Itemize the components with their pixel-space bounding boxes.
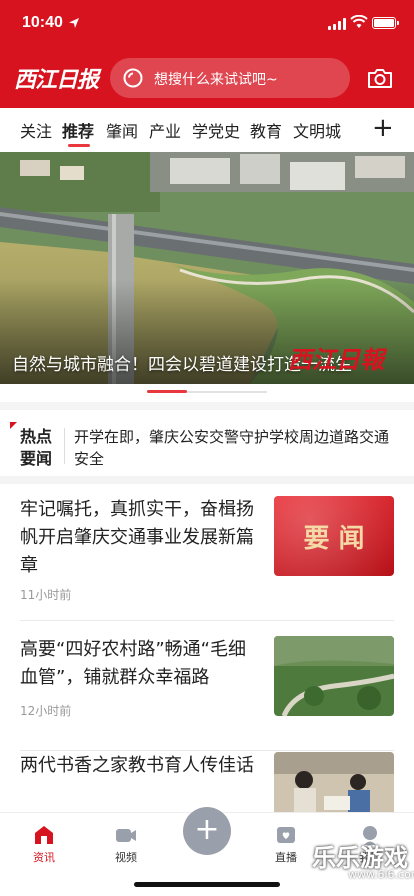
hero-stamp-logo: 西江日報 [288, 345, 384, 374]
news-time: 12小时前 [20, 704, 72, 718]
watermark: 乐乐游戏 www.6l6.com [312, 838, 414, 894]
camera-icon[interactable] [366, 64, 394, 92]
tab-party-history[interactable]: 学党史 [192, 118, 240, 142]
rural-road-image [274, 636, 394, 716]
battery-icon [372, 17, 399, 29]
video-icon [116, 829, 136, 842]
live-icon [277, 827, 295, 843]
search-bar[interactable]: 想搜什么来试试吧~ [110, 58, 350, 98]
news-item[interactable]: 牢记嘱托，真抓实干，奋楫扬帆开启肇庆交通事业发展新篇章 11小时前 要 闻 [20, 496, 394, 621]
tab-video[interactable]: 视频 [104, 819, 148, 864]
tab-civilized-city[interactable]: 文明城 [293, 118, 341, 142]
tab-news[interactable]: 资讯 [22, 819, 66, 864]
hero-banner[interactable]: 自然与城市融合！四会以碧道建设打造一流生 西江日報 [0, 152, 414, 384]
search-placeholder: 想搜什么来试试吧~ [154, 72, 278, 88]
news-thumbnail[interactable] [274, 636, 394, 716]
app-header: 10:40 西江日报 想搜什么来试试吧~ [0, 0, 414, 108]
hot-news-label: 热点要闻 [20, 427, 53, 468]
news-item[interactable]: 两代书香之家教书育人传佳话 [20, 752, 394, 812]
news-icon [35, 826, 53, 844]
status-bar: 10:40 [0, 0, 414, 48]
add-channel-icon[interactable]: + [372, 113, 394, 143]
tab-zhaowen[interactable]: 肇闻 [106, 118, 138, 142]
channel-tabs: 关注 推荐 肇闻 产业 学党史 教育 文明城 + [0, 108, 414, 152]
tab-follow[interactable]: 关注 [20, 118, 52, 142]
signal-icon [328, 18, 346, 30]
tab-video-label: 视频 [115, 851, 137, 864]
location-arrow-icon [69, 18, 79, 28]
news-title[interactable]: 两代书香之家教书育人传佳话 [20, 752, 260, 780]
watermark-url: www.6l6.com [348, 868, 414, 881]
section-divider [0, 402, 414, 410]
family-reading-image [274, 752, 394, 812]
news-divider [20, 620, 394, 621]
news-thumbnail[interactable]: 要 闻 [274, 496, 394, 576]
tab-industry[interactable]: 产业 [149, 118, 181, 142]
add-icon[interactable]: + [183, 807, 231, 855]
news-thumbnail[interactable] [274, 752, 394, 812]
hot-flag-icon [10, 422, 17, 429]
status-time: 10:40 [22, 14, 63, 31]
tab-recommend[interactable]: 推荐 [62, 118, 94, 142]
hot-news-ticker[interactable]: 热点要闻 开学在即，肇庆公安交警守护学校周边道路交通安全 [0, 410, 414, 474]
home-indicator[interactable] [134, 882, 280, 887]
search-icon [123, 68, 143, 88]
tab-live-label: 直播 [275, 851, 297, 864]
news-title[interactable]: 牢记嘱托，真抓实干，奋楫扬帆开启肇庆交通事业发展新篇章 [20, 496, 260, 580]
carousel-indicator [0, 384, 414, 402]
tab-education[interactable]: 教育 [250, 118, 282, 142]
news-time: 11小时前 [20, 588, 72, 602]
hot-news-text[interactable]: 开学在即，肇庆公安交警守护学校周边道路交通安全 [74, 426, 394, 470]
hot-divider [64, 428, 65, 464]
news-item[interactable]: 高要“四好农村路”畅通“毛细血管”，铺就群众幸福路 12小时前 [20, 636, 394, 752]
app-logo[interactable]: 西江日报 [14, 62, 99, 94]
thumbnail-text: 要 闻 [303, 524, 365, 554]
active-tab-indicator [68, 144, 90, 147]
wifi-icon [350, 15, 368, 28]
news-title[interactable]: 高要“四好农村路”畅通“毛细血管”，铺就群众幸福路 [20, 636, 260, 692]
tab-live[interactable]: 直播 [264, 819, 308, 864]
tab-news-label: 资讯 [33, 851, 55, 864]
section-divider [0, 476, 414, 484]
news-divider [20, 750, 394, 751]
